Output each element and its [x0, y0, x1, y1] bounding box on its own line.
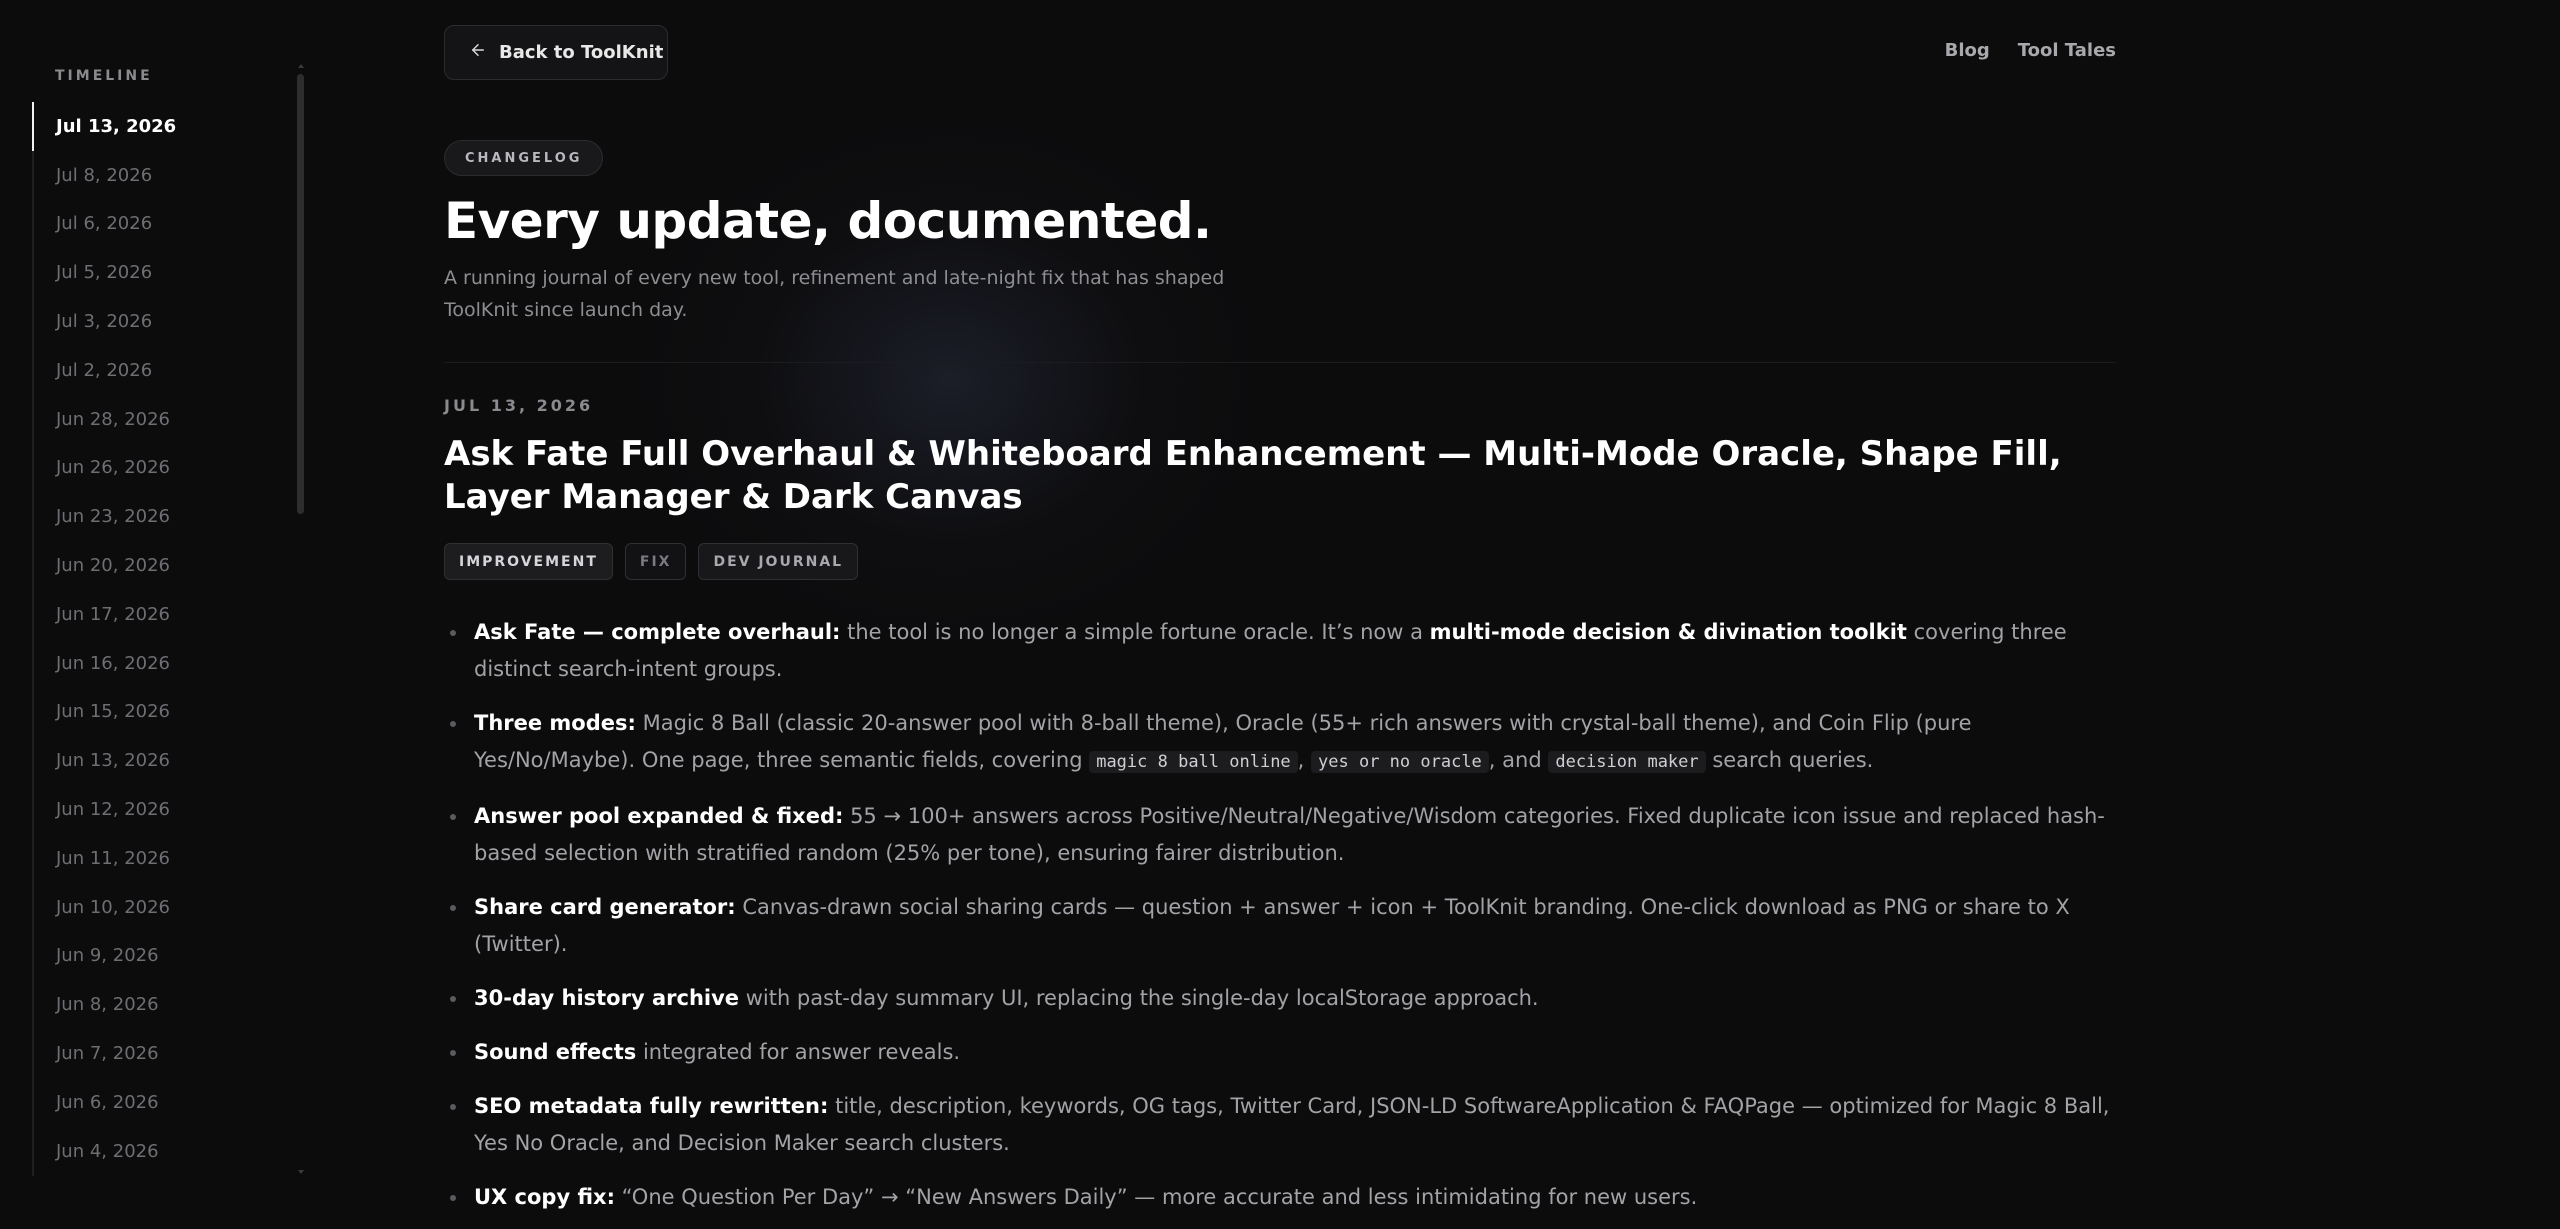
timeline-item[interactable]: Jul 6, 2026 [34, 200, 282, 249]
back-button-label: Back to ToolKnit [499, 42, 664, 63]
bullet-bold-text: UX copy fix: [474, 1185, 615, 1209]
timeline-item[interactable]: Jul 8, 2026 [34, 151, 282, 200]
page-subtitle: A running journal of every new tool, ref… [444, 267, 1225, 321]
scrollbar-thumb[interactable] [297, 74, 304, 514]
top-nav: Blog Tool Tales [1945, 40, 2116, 61]
page-title: Every update, documented. [444, 192, 1212, 250]
inline-code: yes or no oracle [1311, 751, 1489, 773]
bullet-text: “One Question Per Day” → “New Answers Da… [614, 1185, 1698, 1209]
timeline-item[interactable]: Jun 15, 2026 [34, 688, 282, 737]
timeline-item[interactable]: Jun 6, 2026 [34, 1078, 282, 1127]
bullet-bold-text: SEO metadata fully rewritten: [474, 1094, 829, 1118]
bullet-bold-text: multi-mode decision & divination toolkit [1429, 620, 1907, 644]
badge-fix: FIX [624, 543, 687, 580]
bullet-text: , [1297, 748, 1312, 772]
timeline-item[interactable]: Jul 5, 2026 [34, 248, 282, 297]
timeline-item[interactable]: Jun 28, 2026 [34, 395, 282, 444]
bullet-item: Share card generator: Canvas-drawn socia… [444, 889, 2116, 963]
nav-link-blog[interactable]: Blog [1945, 40, 1990, 61]
entry-title: Ask Fate Full Overhaul & Whiteboard Enha… [444, 434, 2062, 517]
timeline-heading: TIMELINE [55, 68, 153, 84]
bullet-bold-text: Share card generator: [474, 895, 736, 919]
sidebar-scrollbar[interactable] [297, 64, 305, 1174]
changelog-entry: JUL 13, 2026 Ask Fate Full Overhaul & Wh… [444, 396, 2116, 1229]
inline-code: decision maker [1548, 751, 1706, 773]
timeline-item[interactable]: Jun 9, 2026 [34, 932, 282, 981]
timeline-item[interactable]: Jun 4, 2026 [34, 1127, 282, 1176]
bullet-item: 30-day history archive with past-day sum… [444, 980, 2116, 1017]
timeline-item[interactable]: Jul 13, 2026 [32, 102, 282, 151]
entry-date: JUL 13, 2026 [444, 396, 594, 415]
timeline-item[interactable]: Jun 13, 2026 [34, 736, 282, 785]
timeline-item[interactable]: Jun 23, 2026 [34, 492, 282, 541]
bullet-item: SEO metadata fully rewritten: title, des… [444, 1088, 2116, 1162]
timeline-item[interactable]: Jun 7, 2026 [34, 1029, 282, 1078]
bullet-item: Three modes: Magic 8 Ball (classic 20-an… [444, 705, 2116, 781]
nav-link-tool-tales[interactable]: Tool Tales [2018, 40, 2116, 61]
scroll-down-arrow-icon[interactable] [298, 1170, 304, 1174]
bullet-item: Sound effects integrated for answer reve… [444, 1034, 2116, 1071]
badge-improvement: IMPROVEMENT [444, 543, 613, 580]
timeline-item[interactable]: Jul 2, 2026 [34, 346, 282, 395]
changelog-tag: CHANGELOG [444, 140, 604, 176]
bullet-bold-text: Answer pool expanded & fixed: [474, 804, 844, 828]
timeline-item[interactable]: Jul 3, 2026 [34, 297, 282, 346]
timeline-item[interactable]: Jun 8, 2026 [34, 980, 282, 1029]
bullet-item: Answer pool expanded & fixed: 55 → 100+ … [444, 798, 2116, 872]
timeline-item[interactable]: Jun 10, 2026 [34, 883, 282, 932]
timeline-sidebar: TIMELINE Jul 13, 2026 Jul 8, 2026 Jul 6, 2… [32, 64, 312, 1176]
bullet-bold-text: 30-day history archive [474, 986, 740, 1010]
scroll-up-arrow-icon[interactable] [298, 64, 304, 68]
bullet-bold-text: Three modes: [474, 711, 636, 735]
entry-badges: IMPROVEMENT FIX DEV JOURNAL [444, 543, 2116, 580]
timeline-item[interactable]: Jun 20, 2026 [34, 541, 282, 590]
divider [444, 362, 2116, 363]
bullet-item: UX copy fix: “One Question Per Day” → “N… [444, 1179, 2116, 1216]
badge-dev-journal: DEV JOURNAL [698, 543, 859, 580]
inline-code: magic 8 ball online [1089, 751, 1298, 773]
timeline-item[interactable]: Jun 26, 2026 [34, 444, 282, 493]
entry-bullet-list: Ask Fate — complete overhaul: the tool i… [444, 614, 2116, 1229]
back-to-toolknit-button[interactable]: Back to ToolKnit [444, 25, 668, 80]
bullet-text: search queries. [1705, 748, 1874, 772]
arrow-left-icon [469, 41, 487, 64]
timeline-list: Jul 13, 2026 Jul 8, 2026 Jul 6, 2026 Jul 5,… [32, 102, 282, 1176]
timeline-item[interactable]: Jun 16, 2026 [34, 639, 282, 688]
timeline-item[interactable]: Jun 11, 2026 [34, 834, 282, 883]
bullet-item: Ask Fate — complete overhaul: the tool i… [444, 614, 2116, 688]
bullet-bold-text: Ask Fate — complete overhaul: [474, 620, 841, 644]
timeline-item[interactable]: Jun 17, 2026 [34, 590, 282, 639]
bullet-text: integrated for answer reveals. [636, 1040, 961, 1064]
bullet-text: , and [1488, 748, 1549, 772]
bullet-text: with past-day summary UI, replacing the … [739, 986, 1539, 1010]
bullet-bold-text: Sound effects [474, 1040, 637, 1064]
timeline-item[interactable]: Jun 12, 2026 [34, 785, 282, 834]
bullet-text: the tool is no longer a simple fortune o… [840, 620, 1430, 644]
